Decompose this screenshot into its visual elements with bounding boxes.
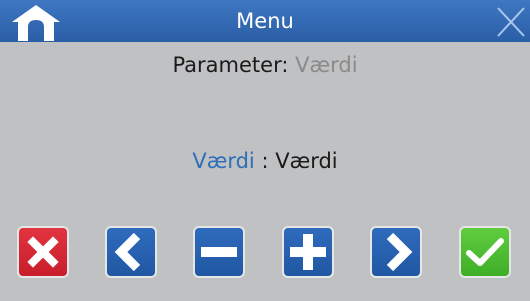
value-text: Værdi	[275, 149, 338, 173]
value-separator: :	[261, 149, 269, 173]
parameter-value: Værdi	[295, 53, 358, 77]
confirm-button[interactable]	[459, 226, 511, 278]
minus-icon	[201, 247, 237, 257]
chevron-right-icon	[386, 232, 413, 272]
next-button[interactable]	[370, 226, 422, 278]
cancel-x-icon	[27, 236, 59, 268]
previous-button[interactable]	[105, 226, 157, 278]
parameter-label: Parameter:	[172, 53, 289, 77]
close-button[interactable]	[490, 3, 530, 41]
increase-button[interactable]	[282, 226, 334, 278]
checkmark-icon	[466, 238, 504, 266]
plus-icon	[290, 234, 326, 270]
title-bar: Menu	[0, 0, 530, 42]
close-icon	[497, 7, 525, 37]
decrease-button[interactable]	[193, 226, 245, 278]
parameter-line: Parameter: Værdi	[0, 53, 530, 77]
current-value-line: Værdi : Værdi	[0, 149, 530, 173]
page-title: Menu	[236, 9, 294, 33]
value-name: Værdi	[192, 149, 255, 173]
chevron-left-icon	[114, 232, 141, 272]
cancel-button[interactable]	[17, 226, 69, 278]
